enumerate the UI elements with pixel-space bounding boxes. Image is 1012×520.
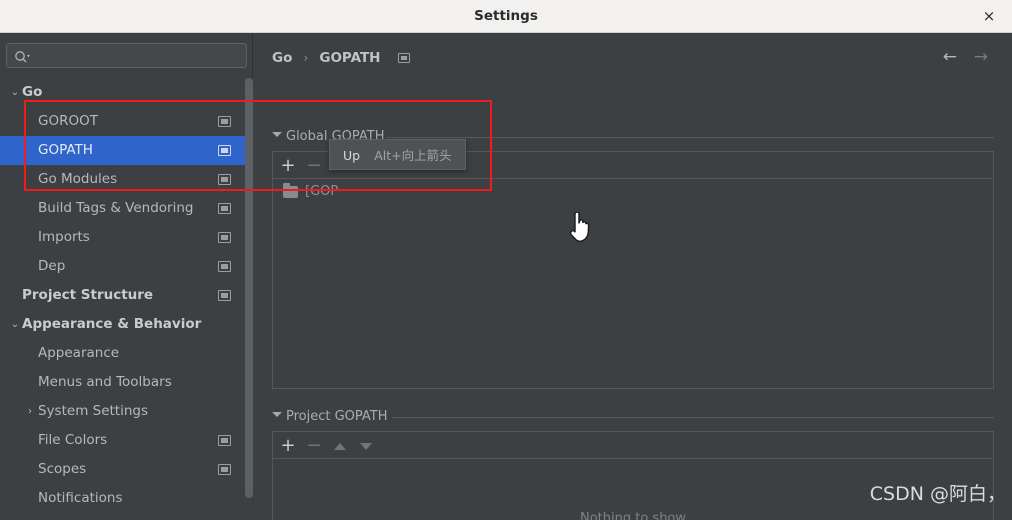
move-up-button[interactable]	[329, 435, 351, 456]
add-button[interactable]: +	[277, 155, 299, 176]
search-field-wrapper	[6, 43, 247, 69]
sidebar-item-label: Dep	[38, 258, 66, 274]
breadcrumb-separator: ›	[303, 51, 309, 65]
empty-state-text: Nothing to show	[579, 511, 687, 520]
chevron-down-icon[interactable]: ⌄	[9, 78, 21, 107]
settings-sidebar: ⌄ Go GOROOT GOPATH Go Modules Build Tags & Ve…	[0, 33, 253, 520]
sidebar-item-notifications[interactable]: Notifications	[0, 484, 245, 513]
tooltip-shortcut: Alt+向上箭头	[374, 148, 452, 163]
breadcrumb-current: GOPATH	[319, 50, 381, 66]
tooltip-title: Up	[343, 148, 361, 163]
sidebar-item-go[interactable]: ⌄ Go	[0, 78, 245, 107]
config-icon[interactable]	[218, 145, 231, 156]
sidebar-item-label: Menus and Toolbars	[38, 374, 172, 390]
config-icon[interactable]	[218, 464, 231, 475]
sidebar-item-label: Appearance & Behavior	[22, 316, 202, 332]
sidebar-item-label: GOPATH	[38, 142, 93, 158]
project-gopath-panel: + − Nothing to show	[272, 431, 994, 520]
forward-arrow-icon[interactable]: →	[968, 46, 994, 68]
global-gopath-panel: + − [GOP	[272, 151, 994, 389]
sidebar-item-go-modules[interactable]: Go Modules	[0, 165, 245, 194]
settings-window: Settings × ⌄ Go GOROOT GOPATH Go Modules Buil…	[0, 0, 1012, 520]
collapse-triangle-icon[interactable]	[272, 132, 282, 137]
tooltip: Up Alt+向上箭头	[329, 139, 466, 170]
sidebar-item-system-settings[interactable]: › System Settings	[0, 397, 245, 426]
add-button[interactable]: +	[277, 435, 299, 456]
sidebar-item-appearance[interactable]: Appearance	[0, 339, 245, 368]
sidebar-item-label: System Settings	[38, 403, 149, 419]
sidebar-item-appearance-behavior[interactable]: ⌄ Appearance & Behavior	[0, 310, 245, 339]
sidebar-item-menus-and-toolbars[interactable]: Menus and Toolbars	[0, 368, 245, 397]
project-gopath-toolbar: + −	[273, 432, 993, 459]
config-icon[interactable]	[397, 52, 410, 63]
section-divider	[386, 137, 994, 138]
remove-button[interactable]: −	[303, 155, 325, 176]
config-icon[interactable]	[218, 435, 231, 446]
list-item[interactable]: [GOP	[273, 179, 993, 205]
sidebar-item-goroot[interactable]: GOROOT	[0, 107, 245, 136]
sidebar-item-file-colors[interactable]: File Colors	[0, 426, 245, 455]
close-icon[interactable]: ×	[980, 7, 998, 25]
list-item-label: [GOP	[305, 184, 339, 199]
sidebar-item-label: Go Modules	[38, 171, 118, 187]
sidebar-item-label: Build Tags & Vendoring	[38, 200, 194, 216]
sidebar-item-label: Notifications	[38, 490, 123, 506]
settings-main-panel: Go › GOPATH ← → Global GOPATH + − [GOP P…	[254, 33, 1012, 520]
breadcrumb-root[interactable]: Go	[272, 50, 292, 66]
sidebar-item-imports[interactable]: Imports	[0, 223, 245, 252]
search-box[interactable]	[6, 43, 247, 69]
sidebar-item-dep[interactable]: Dep	[0, 252, 245, 281]
back-arrow-icon[interactable]: ←	[937, 46, 963, 68]
collapse-triangle-icon[interactable]	[272, 412, 282, 417]
config-icon[interactable]	[218, 232, 231, 243]
sidebar-item-label: Imports	[38, 229, 90, 245]
config-icon[interactable]	[218, 203, 231, 214]
navigation-arrows: ← →	[937, 46, 994, 68]
config-icon[interactable]	[218, 116, 231, 127]
project-gopath-section-header: Project GOPATH	[272, 408, 994, 426]
remove-button[interactable]: −	[303, 435, 325, 456]
config-icon[interactable]	[218, 290, 231, 301]
sidebar-item-label: Appearance	[38, 345, 120, 361]
project-gopath-title: Project GOPATH	[286, 409, 388, 424]
sidebar-item-build-tags-vendoring[interactable]: Build Tags & Vendoring	[0, 194, 245, 223]
watermark-text: CSDN @阿白，	[869, 483, 1006, 505]
sidebar-scrollbar-thumb[interactable]	[245, 78, 253, 498]
sidebar-item-project-structure[interactable]: Project Structure	[0, 281, 245, 310]
window-title: Settings	[474, 8, 538, 24]
sidebar-item-label: GOROOT	[38, 113, 98, 129]
chevron-down-icon[interactable]: ⌄	[9, 310, 21, 339]
sidebar-item-label: Project Structure	[22, 287, 154, 303]
breadcrumb: Go › GOPATH	[272, 47, 410, 67]
sidebar-item-label: File Colors	[38, 432, 108, 448]
move-down-button[interactable]	[355, 435, 377, 456]
title-bar: Settings ×	[0, 0, 1012, 33]
sidebar-item-scopes[interactable]: Scopes	[0, 455, 245, 484]
search-icon	[14, 49, 30, 63]
sidebar-item-gopath[interactable]: GOPATH	[0, 136, 245, 165]
config-icon[interactable]	[218, 261, 231, 272]
settings-tree: ⌄ Go GOROOT GOPATH Go Modules Build Tags & Ve…	[0, 78, 245, 520]
search-input[interactable]	[33, 44, 242, 69]
chevron-right-icon[interactable]: ›	[24, 397, 36, 426]
sidebar-item-label: Scopes	[38, 461, 87, 477]
config-icon[interactable]	[218, 174, 231, 185]
folder-icon	[283, 183, 298, 198]
sidebar-item-label: Go	[22, 84, 43, 100]
section-divider	[392, 417, 994, 418]
global-gopath-list: [GOP	[273, 179, 993, 388]
